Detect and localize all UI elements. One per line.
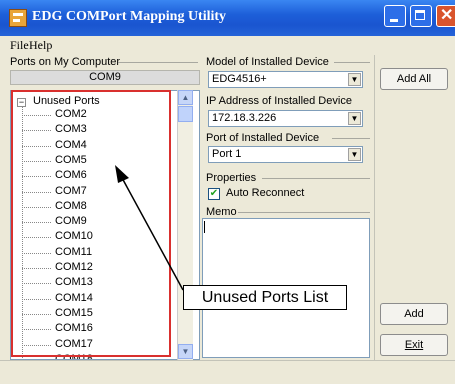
callout-label: Unused Ports List (183, 285, 347, 310)
callout-arrow (0, 0, 455, 383)
status-bar (0, 360, 455, 384)
app-window: EDG COMPort Mapping Utility ✕ File Help … (0, 0, 455, 383)
